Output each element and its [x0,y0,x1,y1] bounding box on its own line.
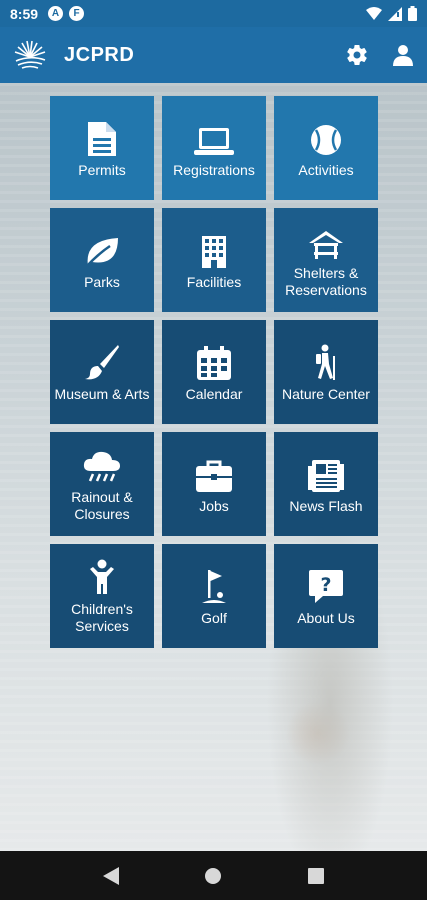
settings-button[interactable] [345,43,369,67]
baseball-icon [311,124,341,155]
tile-registrations[interactable]: Registrations [162,96,266,200]
tile-label: Facilities [186,273,242,290]
recents-button[interactable] [308,867,325,884]
shelter-icon [309,231,343,259]
tile-museum-arts[interactable]: Museum & Arts [50,320,154,424]
notification-badge-a: A [48,6,64,21]
wifi-icon [366,6,382,20]
status-icons [366,6,417,21]
app-title: JCPRD [64,43,135,66]
laptop-icon [194,127,234,155]
tile-activities[interactable]: Activities [274,96,378,200]
hiker-icon [316,344,335,380]
calendar-icon [197,345,231,380]
cell-signal-icon [388,6,402,21]
tile-label: About Us [297,609,355,626]
tile-news-flash[interactable]: News Flash [274,432,378,536]
tile-label: Nature Center [282,385,370,402]
tile-label: News Flash [289,497,363,514]
home-button[interactable] [204,867,222,885]
home-circle-icon [205,867,222,884]
document-icon [88,121,116,156]
tile-about-us[interactable]: ? About Us [274,544,378,648]
child-icon [90,559,114,594]
tile-label: Golf [201,609,227,626]
profile-button[interactable] [391,43,415,67]
person-icon [393,45,413,66]
tile-label: Rainout & Closures [71,489,133,522]
status-bar: 8:59 A F [0,0,427,27]
tile-parks[interactable]: Parks [50,208,154,312]
menu-grid: Permits Registrations Activities Parks F… [50,96,378,648]
tile-nature-center[interactable]: Nature Center [274,320,378,424]
recents-square-icon [308,867,325,884]
leaf-icon [85,237,118,268]
tile-jobs[interactable]: Jobs [162,432,266,536]
tile-label: Jobs [199,497,229,514]
tile-calendar[interactable]: Calendar [162,320,266,424]
tile-label: Parks [84,273,120,290]
briefcase-icon [196,460,232,492]
status-time: 8:59 [10,5,39,22]
back-button[interactable] [102,866,119,885]
tile-rainout-closures[interactable]: Rainout & Closures [50,432,154,536]
tile-label: Calendar [185,385,243,402]
tile-shelters-reservations[interactable]: Shelters & Reservations [274,208,378,312]
tile-golf[interactable]: Golf [162,544,266,648]
tile-label: Children's Services [71,601,133,634]
tile-label: Museum & Arts [54,385,150,402]
paintbrush-icon [85,344,119,379]
building-icon [202,235,226,268]
gear-icon [347,45,367,66]
system-nav-bar [0,851,427,900]
tile-label: Permits [78,161,126,178]
tile-label: Shelters & Reservations [285,265,367,298]
newspaper-icon [308,459,344,492]
tile-permits[interactable]: Permits [50,96,154,200]
tile-label: Registrations [173,161,255,178]
app-bar: JCPRD [0,27,427,83]
golf-icon [202,569,226,603]
question-icon: ? [309,569,343,603]
svg-text:?: ? [320,574,331,596]
back-triangle-icon [102,866,119,885]
tile-facilities[interactable]: Facilities [162,208,266,312]
notification-badge-f: F [69,6,85,21]
tile-label: Activities [298,161,354,178]
jcprd-logo-icon [14,40,46,69]
tile-childrens-services[interactable]: Children's Services [50,544,154,648]
rain-cloud-icon [83,451,120,482]
battery-icon [408,6,417,21]
